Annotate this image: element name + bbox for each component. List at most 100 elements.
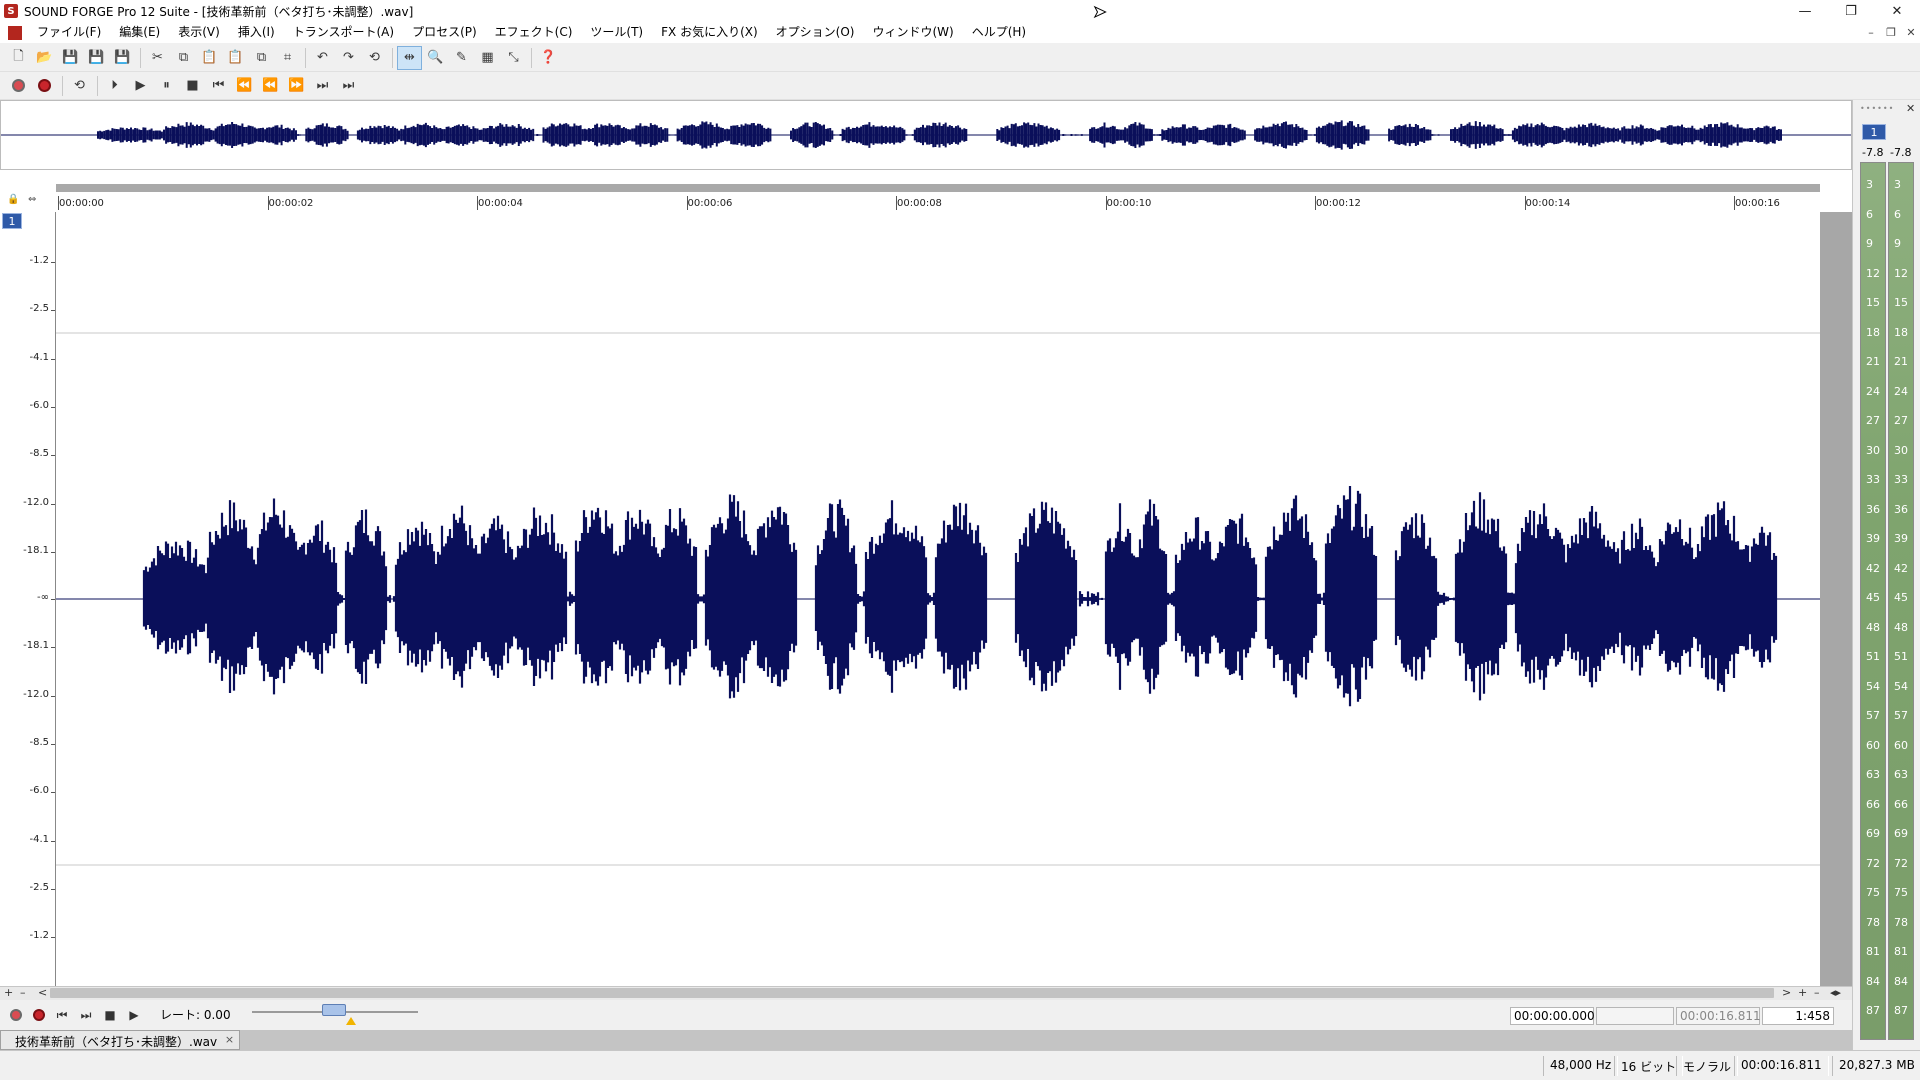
- crossfade-button[interactable]: ⧉: [249, 46, 274, 70]
- dw-record-mode-icon[interactable]: [29, 1006, 49, 1024]
- record-button[interactable]: [6, 74, 31, 98]
- menu-edit[interactable]: 編集(E): [110, 22, 169, 43]
- rewind-button[interactable]: ⏪: [232, 74, 257, 98]
- document-tab[interactable]: 技術革新前（ベタ打ち･未調整）.wav ×: [0, 1030, 241, 1050]
- zoom-ratio-field[interactable]: 1:458: [1762, 1007, 1834, 1025]
- dw-go-to-end-icon[interactable]: ⏭: [76, 1006, 96, 1024]
- record-mode-button[interactable]: [32, 74, 57, 98]
- channel-number-badge[interactable]: 1: [2, 213, 22, 229]
- tab-close-icon[interactable]: ×: [225, 1033, 234, 1046]
- crop-button[interactable]: ⌗: [275, 46, 300, 70]
- menu-fx-favorites[interactable]: FX お気に入り(X): [652, 22, 767, 43]
- magnify-tool-button[interactable]: 🔍: [423, 46, 448, 70]
- menu-help[interactable]: ヘルプ(H): [963, 22, 1035, 43]
- play-button[interactable]: ▶: [128, 74, 153, 98]
- open-file-button[interactable]: 📂: [32, 46, 57, 70]
- menu-effects[interactable]: エフェクト(C): [486, 22, 582, 43]
- zoom-in-button[interactable]: +: [4, 986, 13, 999]
- redo-button[interactable]: ↷: [336, 46, 361, 70]
- play-all-button[interactable]: ⏵: [102, 74, 127, 98]
- menu-process[interactable]: プロセス(P): [403, 22, 486, 43]
- snap-icon[interactable]: ⇔: [28, 194, 36, 205]
- rewind-icon: ⏪: [236, 78, 253, 93]
- menu-window[interactable]: ウィンドウ(W): [863, 22, 962, 43]
- mdi-minimize-button[interactable]: –: [1862, 26, 1880, 40]
- paste-button[interactable]: 📋: [197, 46, 222, 70]
- meter-scale-label: 33: [1866, 473, 1880, 486]
- envelope-tool-button[interactable]: ⤡: [501, 46, 526, 70]
- ruler-label: 00:00:14: [1525, 198, 1571, 209]
- horizontal-scrollbar-thumb[interactable]: [50, 988, 1774, 998]
- record-icon: [12, 79, 25, 92]
- meter-scale-label: 63: [1866, 768, 1880, 781]
- go-to-end-button[interactable]: ⏭: [336, 74, 361, 98]
- copy-button[interactable]: ⧉: [171, 46, 196, 70]
- status-length: 00:00:16.811: [1734, 1056, 1829, 1076]
- meter-channel-badge[interactable]: 1: [1862, 124, 1886, 140]
- save-all-button[interactable]: 💾: [110, 46, 135, 70]
- dw-stop-icon[interactable]: ■: [100, 1006, 120, 1024]
- repeat-button[interactable]: ⟲: [362, 46, 387, 70]
- save-button[interactable]: 💾: [58, 46, 83, 70]
- cut-button[interactable]: ✂: [145, 46, 170, 70]
- menu-tools[interactable]: ツール(T): [581, 22, 652, 43]
- meter-scale-label: 27: [1866, 414, 1880, 427]
- vertical-zoom-out-button[interactable]: –: [1814, 986, 1820, 999]
- overview-waveform[interactable]: [0, 100, 1852, 170]
- meter-grip-icon[interactable]: ••••••: [1860, 104, 1894, 113]
- amplitude-label: -8.5: [29, 736, 49, 748]
- save-as-button[interactable]: 💾: [84, 46, 109, 70]
- scroll-left-button[interactable]: <: [38, 986, 47, 999]
- menu-file[interactable]: ファイル(F): [28, 22, 110, 43]
- selection-end-field[interactable]: [1596, 1007, 1674, 1025]
- meter-peak-right[interactable]: -7.8: [1890, 146, 1911, 159]
- vertical-zoom-in-button[interactable]: +: [1798, 986, 1807, 999]
- waveform-display[interactable]: [56, 212, 1820, 986]
- menu-transport[interactable]: トランスポート(A): [284, 22, 403, 43]
- selection-length-field[interactable]: 00:00:16.811: [1676, 1007, 1761, 1025]
- restore-button[interactable]: ❐: [1828, 0, 1874, 22]
- mix-paste-button[interactable]: 📋: [223, 46, 248, 70]
- amplitude-tick: [51, 262, 55, 263]
- menu-options[interactable]: オプション(O): [767, 22, 864, 43]
- selection-bar[interactable]: [56, 184, 1820, 192]
- new-file-button[interactable]: 🗋: [6, 46, 31, 70]
- zoom-out-button[interactable]: –: [20, 986, 26, 999]
- document-icon[interactable]: [8, 25, 22, 40]
- event-tool-button[interactable]: ▦: [475, 46, 500, 70]
- menu-insert[interactable]: 挿入(I): [229, 22, 284, 43]
- meter-scale-label: 18: [1894, 325, 1908, 339]
- forward-button[interactable]: ⏩: [284, 74, 309, 98]
- vertical-scroll-area[interactable]: [1820, 212, 1852, 986]
- stop-button[interactable]: ■: [180, 74, 205, 98]
- dw-play-icon[interactable]: ▶: [124, 1006, 144, 1024]
- dw-go-to-start-icon[interactable]: ⏮: [52, 1006, 72, 1024]
- selection-start-field[interactable]: 00:00:00.000: [1510, 1007, 1595, 1025]
- playback-rate-slider-thumb[interactable]: [322, 1004, 346, 1016]
- rewind-fast-button[interactable]: ⏪: [258, 74, 283, 98]
- forward-fast-button[interactable]: ⏭: [310, 74, 335, 98]
- mdi-restore-button[interactable]: ❐: [1882, 26, 1900, 40]
- close-button[interactable]: ✕: [1874, 0, 1920, 22]
- meter-scale-label: 30: [1894, 443, 1908, 457]
- pause-button[interactable]: ⏸: [154, 74, 179, 98]
- dw-record-icon[interactable]: [6, 1006, 26, 1024]
- undo-button[interactable]: ↶: [310, 46, 335, 70]
- scroll-right-button[interactable]: >: [1782, 986, 1791, 999]
- amplitude-tick: [51, 792, 55, 794]
- resize-handle-button[interactable]: ◂▸: [1830, 986, 1841, 999]
- menu-view[interactable]: 表示(V): [169, 22, 229, 43]
- go-to-start-button[interactable]: ⏮: [206, 74, 231, 98]
- meter-close-icon[interactable]: ✕: [1906, 102, 1915, 115]
- document-tab-bar: [0, 1030, 1852, 1050]
- meter-scale-label: 69: [1866, 827, 1880, 840]
- meter-peak-left[interactable]: -7.8: [1862, 146, 1883, 159]
- mdi-close-button[interactable]: ✕: [1902, 26, 1920, 40]
- pencil-tool-button[interactable]: ✎: [449, 46, 474, 70]
- loop-button[interactable]: ⟲: [67, 74, 92, 98]
- edit-tool-button[interactable]: ⇹: [397, 45, 422, 70]
- help-pointer-button[interactable]: ❓: [536, 46, 561, 70]
- rewind-fast-icon: ⏪: [262, 78, 279, 93]
- lock-icon[interactable]: 🔒: [7, 194, 19, 205]
- minimize-button[interactable]: —: [1782, 0, 1828, 22]
